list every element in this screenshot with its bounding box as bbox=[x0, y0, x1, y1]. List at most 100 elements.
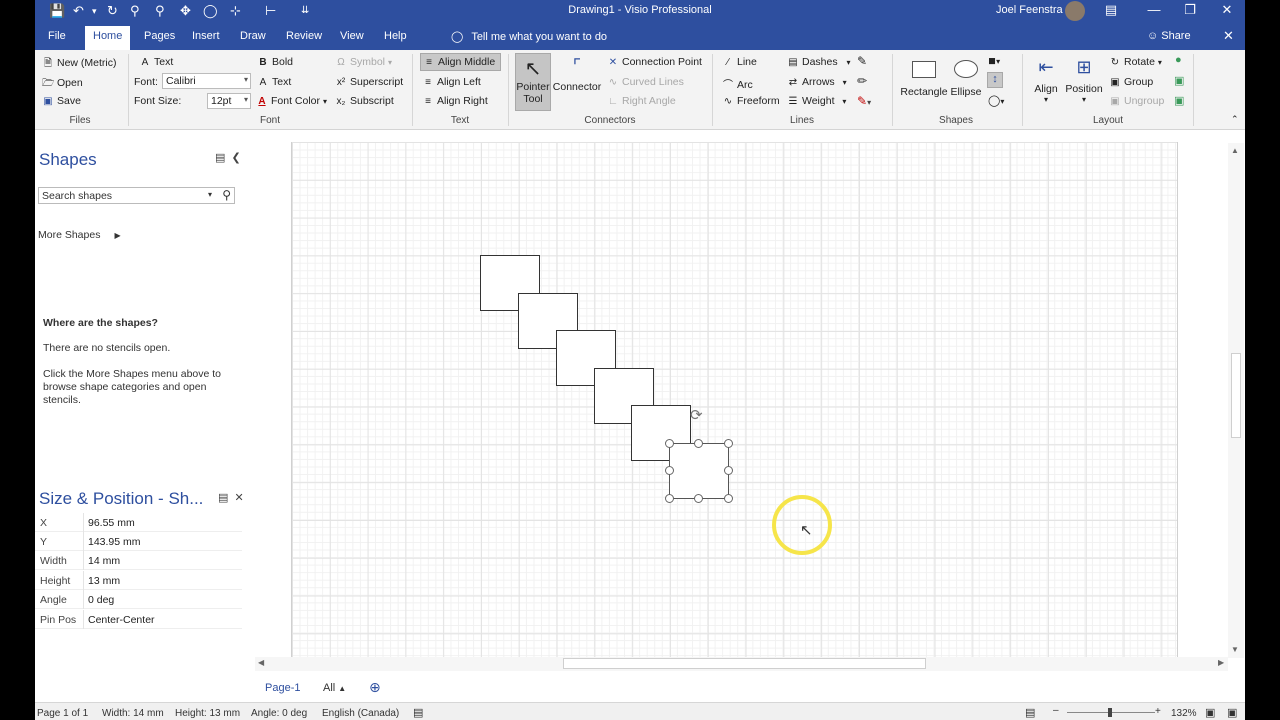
status-circle-icon[interactable]: ● bbox=[1175, 54, 1182, 66]
subscript-button[interactable]: x₂ Subscript bbox=[335, 95, 394, 107]
connector-button[interactable]: ⌜ Connector bbox=[552, 53, 602, 111]
close-pane-icon[interactable]: ✕ bbox=[235, 492, 244, 504]
tab-insert[interactable]: Insert bbox=[192, 30, 220, 42]
chevron-down-icon[interactable]: ▾ bbox=[208, 190, 212, 199]
tell-me-search[interactable]: ◯ Tell me what you want to do bbox=[451, 30, 607, 43]
user-name[interactable]: Joel Feenstra bbox=[996, 4, 1063, 16]
minimize-icon[interactable]: — bbox=[1139, 2, 1169, 17]
tab-help[interactable]: Help bbox=[384, 30, 407, 42]
vertical-scrollbar[interactable]: ▲ ▼ bbox=[1228, 143, 1244, 658]
property-value-height[interactable]: 13 mm bbox=[83, 571, 242, 590]
rectangle-button[interactable]: Rectangle bbox=[899, 53, 949, 111]
curved-lines-button[interactable]: ∿ Curved Lines bbox=[607, 76, 684, 88]
minimize-pane-icon[interactable]: ▤ bbox=[215, 152, 225, 164]
tab-home[interactable]: Home bbox=[85, 26, 131, 50]
avatar[interactable] bbox=[1065, 1, 1085, 21]
zoom-in-button[interactable]: + bbox=[1155, 706, 1161, 717]
switch-windows-icon[interactable]: ▣ bbox=[1227, 706, 1237, 719]
presentation-mode-icon[interactable]: ▤ bbox=[1025, 706, 1035, 719]
ellipse-button[interactable]: Ellipse bbox=[949, 53, 983, 111]
scroll-up-icon[interactable]: ▲ bbox=[1231, 146, 1239, 155]
font-size-select[interactable]: 12pt ▾ bbox=[207, 93, 251, 109]
tab-review[interactable]: Review bbox=[286, 30, 322, 42]
text-format-button[interactable]: A Text bbox=[257, 76, 292, 88]
vertical-scroll-thumb[interactable] bbox=[1231, 353, 1241, 438]
bold-button[interactable]: B Bold bbox=[257, 56, 293, 68]
horizontal-scroll-thumb[interactable] bbox=[563, 658, 926, 669]
tab-draw[interactable]: Draw bbox=[240, 30, 266, 42]
collapse-ribbon-icon[interactable]: ⌃ bbox=[1231, 114, 1239, 125]
drawing-canvas[interactable]: ⟳ ↖ bbox=[253, 131, 1245, 658]
superscript-button[interactable]: x² Superscript bbox=[335, 76, 403, 88]
close-document-icon[interactable]: ✕ bbox=[1223, 28, 1234, 44]
font-name-select[interactable]: Calibri ▾ bbox=[162, 73, 251, 89]
status-language[interactable]: English (Canada) bbox=[322, 708, 399, 719]
connection-point-button[interactable]: ✕ Connection Point bbox=[607, 56, 702, 68]
zoom-out-button[interactable]: – bbox=[1053, 705, 1059, 716]
callout-icon[interactable]: ▣ bbox=[1174, 94, 1184, 107]
minimize-pane-icon[interactable]: ▤ bbox=[218, 492, 228, 504]
scroll-left-icon[interactable]: ◀ bbox=[258, 658, 264, 667]
freeform-tool-button[interactable]: ∿ Freeform bbox=[722, 95, 780, 107]
scroll-right-icon[interactable]: ▶ bbox=[1218, 658, 1224, 667]
right-angle-button[interactable]: ∟ Right Angle bbox=[607, 95, 676, 107]
line-shape-icon[interactable]: ◾▾ bbox=[988, 54, 1000, 67]
selected-rectangle-shape[interactable] bbox=[669, 443, 729, 499]
align-button[interactable]: ⇤ Align ▾ bbox=[1031, 53, 1061, 111]
symbol-button[interactable]: Ω Symbol ▾ bbox=[335, 56, 392, 68]
align-middle-button[interactable]: ≡ Align Middle bbox=[420, 53, 501, 71]
tab-view[interactable]: View bbox=[340, 30, 364, 42]
connection-tool-icon[interactable]: ↕ bbox=[987, 72, 1003, 88]
open-button[interactable]: 🗁 Open bbox=[42, 76, 83, 93]
property-value-angle[interactable]: 0 deg bbox=[83, 590, 242, 609]
zoom-level[interactable]: 132% bbox=[1171, 708, 1197, 719]
arrows-button[interactable]: ⇄ Arrows ▾ bbox=[787, 76, 847, 88]
search-icon[interactable]: ⚲ bbox=[222, 188, 231, 202]
arc-tool-button[interactable]: ⌒ Arc bbox=[722, 76, 753, 91]
resize-handle[interactable] bbox=[724, 466, 733, 475]
group-button[interactable]: ▣ Group bbox=[1109, 76, 1153, 88]
drawing-page[interactable]: ⟳ ↖ bbox=[291, 142, 1178, 658]
resize-handle[interactable] bbox=[694, 494, 703, 503]
dashes-button[interactable]: ▤ Dashes ▾ bbox=[787, 56, 850, 68]
resize-handle[interactable] bbox=[694, 439, 703, 448]
line-tool-button[interactable]: ∕ Line bbox=[722, 56, 757, 68]
property-value-pin-pos[interactable]: Center-Center bbox=[83, 610, 242, 629]
line-color-icon[interactable]: ✎▾ bbox=[857, 94, 871, 108]
ungroup-button[interactable]: ▣ Ungroup bbox=[1109, 95, 1164, 107]
add-page-icon[interactable]: ⊕ bbox=[369, 679, 381, 696]
share-button[interactable]: ☺ Share bbox=[1147, 30, 1191, 42]
position-button[interactable]: ⊞ Position ▾ bbox=[1063, 53, 1105, 111]
resize-handle[interactable] bbox=[665, 439, 674, 448]
save-button[interactable]: ▣ Save bbox=[42, 95, 81, 107]
pencil-icon[interactable]: ✎ bbox=[857, 54, 867, 68]
macro-record-icon[interactable]: ▤ bbox=[413, 706, 423, 719]
horizontal-scrollbar[interactable]: ◀ ▶ bbox=[255, 657, 1228, 671]
ribbon-display-icon[interactable]: ▤ bbox=[1096, 2, 1126, 18]
search-shapes-input[interactable]: Search shapes ▾ ⚲ bbox=[38, 187, 235, 204]
tab-pages[interactable]: Pages bbox=[144, 30, 175, 42]
status-page[interactable]: Page 1 of 1 bbox=[37, 708, 88, 719]
format-painter-icon[interactable]: ✏ bbox=[857, 74, 867, 88]
align-right-button[interactable]: ≡ Align Right bbox=[422, 95, 488, 107]
new-metric-button[interactable]: 🗎 New (Metric) bbox=[42, 56, 117, 73]
property-value-y[interactable]: 143.95 mm bbox=[83, 532, 242, 551]
text-tool-button[interactable]: A Text bbox=[139, 56, 174, 68]
resize-handle[interactable] bbox=[724, 439, 733, 448]
fit-page-icon[interactable]: ▣ bbox=[1205, 706, 1215, 719]
pointer-tool-button[interactable]: ↖ Pointer Tool bbox=[515, 53, 551, 111]
page-tab-page-1[interactable]: Page-1 bbox=[265, 682, 300, 694]
property-value-width[interactable]: 14 mm bbox=[83, 551, 242, 570]
scroll-down-icon[interactable]: ▼ bbox=[1231, 645, 1239, 654]
collapse-pane-icon[interactable]: ❮ bbox=[232, 152, 241, 164]
resize-handle[interactable] bbox=[665, 494, 674, 503]
rotate-button[interactable]: ↻ Rotate ▾ bbox=[1109, 56, 1162, 68]
maximize-icon[interactable]: ❐ bbox=[1175, 2, 1205, 18]
effects-icon[interactable]: ◯▾ bbox=[988, 94, 1004, 107]
tab-file[interactable]: File bbox=[48, 30, 66, 42]
more-shapes-menu[interactable]: More Shapes ▶ bbox=[38, 229, 121, 241]
resize-handle[interactable] bbox=[665, 466, 674, 475]
resize-handle[interactable] bbox=[724, 494, 733, 503]
property-value-x[interactable]: 96.55 mm bbox=[83, 513, 242, 532]
close-icon[interactable]: ✕ bbox=[1212, 2, 1242, 18]
